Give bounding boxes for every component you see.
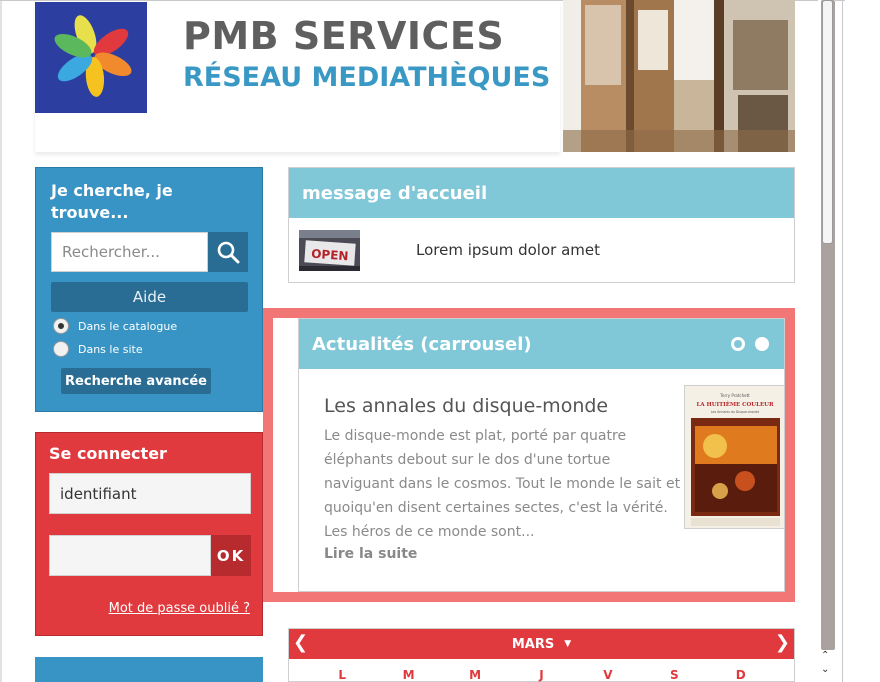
weekday-label: S: [669, 668, 679, 682]
open-sign-image: OPEN: [299, 230, 360, 271]
book-title: LA HUITIÈME COULEUR: [696, 400, 773, 408]
library-interior-photo: [563, 0, 795, 152]
radio-label-catalog: Dans le catalogue: [78, 319, 178, 333]
open-sign-text: OPEN: [311, 247, 349, 264]
welcome-title: message d'accueil: [289, 168, 794, 218]
month-dropdown-caret-icon[interactable]: ▼: [564, 639, 571, 649]
carousel-dot-1[interactable]: [731, 337, 745, 351]
next-month-icon[interactable]: ❯: [775, 632, 790, 653]
help-button[interactable]: Aide: [51, 282, 248, 312]
radio-button-site[interactable]: [53, 341, 69, 357]
login-title: Se connecter: [49, 444, 167, 463]
radio-label-site: Dans le site: [78, 342, 143, 356]
news-carousel: Actualités (carrousel) Les annales du di…: [298, 318, 785, 592]
weekday-label: L: [338, 668, 347, 682]
forgot-password-link[interactable]: Mot de passe oublié ?: [109, 601, 250, 616]
login-panel: Se connecter OK Mot de passe oublié ?: [35, 432, 263, 636]
scroll-up-icon[interactable]: ⌃: [821, 650, 829, 661]
site-title: PMB SERVICES: [183, 14, 505, 58]
search-icon: [217, 241, 240, 264]
radio-option-site[interactable]: Dans le site: [53, 341, 143, 357]
weekday-label: M: [402, 668, 415, 682]
weekday-label: V: [603, 668, 613, 682]
article-summary: Le disque-monde est plat, porté par quat…: [324, 428, 681, 540]
welcome-box: message d'accueil OPEN Lorem ipsum dolor…: [288, 167, 795, 283]
scrollbar-thumb[interactable]: [822, 0, 833, 244]
radio-button-catalog[interactable]: [53, 318, 69, 334]
scroll-down-icon[interactable]: ⌄: [821, 664, 829, 675]
search-panel: Je cherche, je trouve... Aide Dans le ca…: [35, 167, 263, 412]
login-ok-button[interactable]: OK: [211, 535, 251, 576]
weekday-label: D: [735, 668, 746, 682]
book-series: Les Annales du Disque-monde: [711, 410, 759, 414]
calendar-month[interactable]: MARS: [512, 637, 554, 652]
carousel-header: Actualités (carrousel): [299, 319, 784, 369]
carousel-title: Actualités (carrousel): [312, 333, 532, 355]
previous-month-icon[interactable]: ❮: [293, 632, 308, 653]
calendar-weekdays: L M M J V S D: [289, 659, 794, 682]
advanced-search-button[interactable]: Recherche avancée: [61, 368, 211, 394]
radio-option-catalog[interactable]: Dans le catalogue: [53, 318, 177, 334]
carousel-dot-2[interactable]: [755, 337, 769, 351]
book-author: Terry Pratchett: [719, 393, 750, 398]
page-right-border: [842, 0, 843, 682]
password-field[interactable]: [49, 535, 211, 576]
book-cover-image[interactable]: Terry Pratchett LA HUITIÈME COULEUR Les …: [684, 385, 785, 529]
flower-logo-icon[interactable]: [35, 2, 147, 113]
weekday-label: M: [469, 668, 482, 682]
calendar-header: ❮ MARS ▼ ❯: [289, 629, 794, 659]
next-panel-header: [35, 657, 263, 682]
page-left-border: [0, 0, 2, 682]
username-field[interactable]: [49, 473, 251, 514]
search-button[interactable]: [208, 232, 248, 272]
search-input[interactable]: [51, 232, 208, 272]
weekday-label: J: [539, 668, 544, 682]
read-more-link[interactable]: Lire la suite: [324, 546, 417, 562]
welcome-message: Lorem ipsum dolor amet: [416, 241, 600, 259]
article-title[interactable]: Les annales du disque-monde: [324, 395, 608, 417]
site-subtitle: RÉSEAU MEDIATHÈQUES: [183, 62, 551, 93]
calendar-widget: ❮ MARS ▼ ❯ L M M J V S D: [288, 628, 795, 682]
search-panel-title: Je cherche, je trouve...: [51, 181, 173, 222]
